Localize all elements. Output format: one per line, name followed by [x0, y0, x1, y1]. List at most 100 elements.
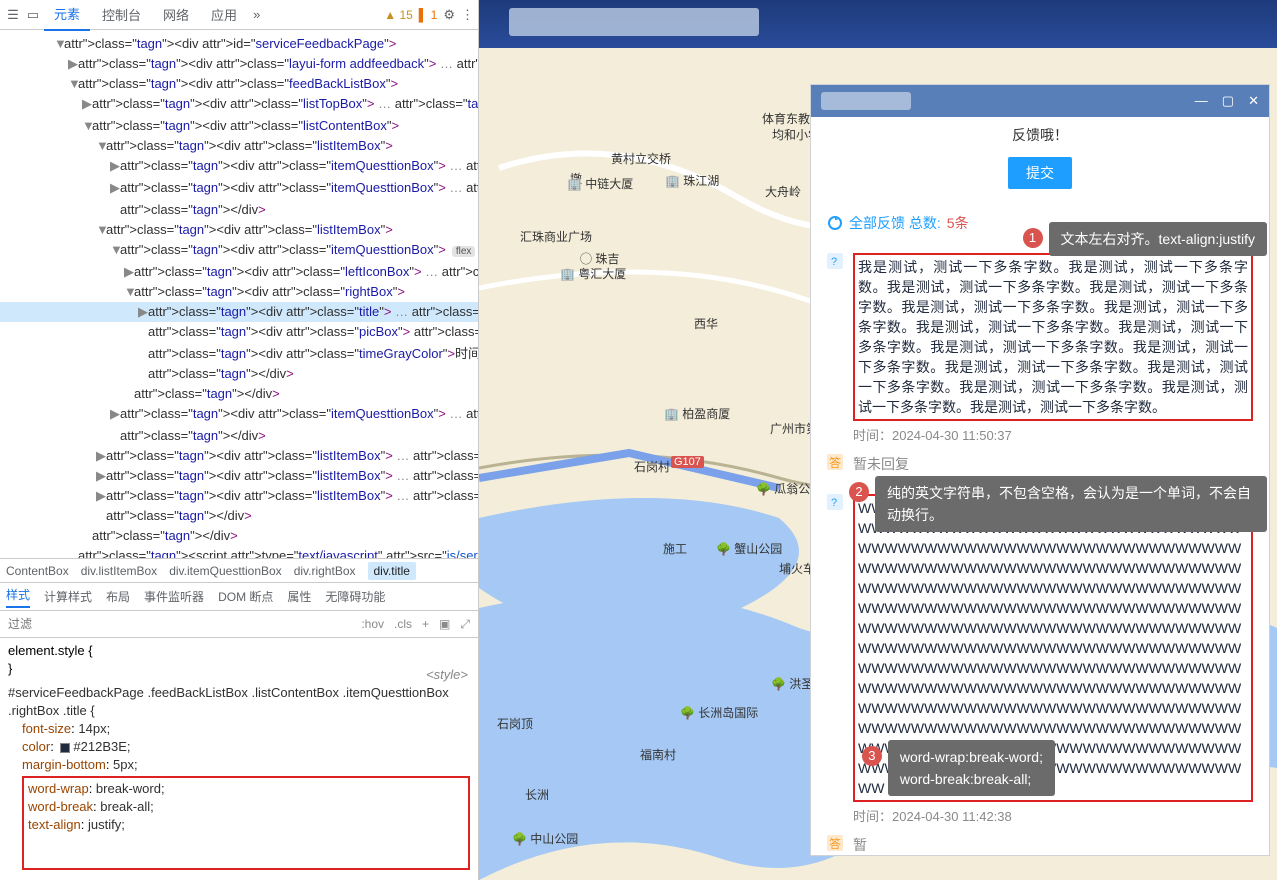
dom-row[interactable]: ▶attr">class="tagn"><div attr">class="it… — [0, 404, 478, 426]
question-icon: ? — [827, 494, 843, 802]
element-style: element.style { — [8, 642, 470, 660]
panel-titlebar[interactable]: — ▢ ✕ — [811, 85, 1269, 117]
redaction — [509, 8, 759, 36]
map-label: 🏢 中链大厦 — [567, 175, 633, 192]
feedback-title: 我是测试，测试一下多条字数。我是测试，测试一下多条字数。我是测试，测试一下多条字… — [853, 253, 1253, 421]
dom-row[interactable]: attr">class="tagn"></div> — [0, 384, 478, 404]
expand-icon[interactable]: ⤢ — [460, 617, 470, 632]
style-tab-bar: 样式 计算样式 布局 事件监听器 DOM 断点 属性 无障碍功能 — [0, 582, 478, 610]
breadcrumb[interactable]: ContentBox div.listItemBox div.itemQuest… — [0, 558, 478, 582]
color-swatch[interactable] — [60, 743, 70, 753]
tab-props[interactable]: 属性 — [287, 588, 311, 605]
issue-icon[interactable]: ▌ 1 — [419, 8, 438, 22]
box-icon[interactable]: ▣ — [439, 617, 450, 631]
dom-row[interactable]: ▶attr">class="tagn"><div attr">class="it… — [0, 156, 478, 178]
annotation-1: 1文本左右对齐。text-align:justify — [1049, 222, 1267, 256]
dom-row[interactable]: ▼attr">class="tagn"><div attr">class="li… — [0, 220, 478, 240]
crumb-current[interactable]: div.title — [368, 562, 416, 580]
dom-row[interactable]: ▶attr">class="tagn"><div attr">class="ti… — [0, 302, 478, 322]
app-window: 体育东教育集团均和小学黄村立交桥墩🏢 中链大厦🏢 珠江湖大舟岭汇珠商业广场◯ 珠… — [479, 0, 1277, 880]
dom-row[interactable]: attr">class="tagn"></div> — [0, 506, 478, 526]
gear-icon[interactable]: ⚙ — [443, 7, 455, 23]
style-rules[interactable]: element.style { } <style> #serviceFeedba… — [0, 638, 478, 880]
feedback-answer: 暂未回复 — [853, 454, 909, 474]
tab-a11y[interactable]: 无障碍功能 — [325, 588, 385, 605]
map-label: 大舟岭 — [765, 183, 801, 200]
crumb[interactable]: div.listItemBox — [81, 564, 157, 578]
device-icon[interactable]: ▭ — [24, 7, 42, 23]
highlighted-rules: word-wrap: break-word; word-break: break… — [22, 776, 470, 870]
dom-row[interactable]: attr">class="tagn"></div> — [0, 364, 478, 384]
dom-tree[interactable]: ▼attr">class="tagn"><div attr">id="servi… — [0, 30, 478, 558]
map-label: 🌳 长洲岛国际 — [680, 704, 758, 721]
annotation-3: 3word-wrap:break-word;word-break:break-a… — [888, 740, 1055, 796]
dom-row[interactable]: ▼attr">class="tagn"><div attr">id="servi… — [0, 34, 478, 54]
submit-button[interactable]: 提交 — [1008, 157, 1072, 189]
style-filter[interactable] — [8, 617, 163, 631]
tab-layout[interactable]: 布局 — [106, 588, 130, 605]
feedback-item: ? 我是测试，测试一下多条字数。我是测试，测试一下多条字数。我是测试，测试一下多… — [811, 243, 1269, 484]
dom-row[interactable]: ▶attr">class="tagn"><div attr">class="li… — [0, 466, 478, 486]
dom-row[interactable]: ▶attr">class="tagn"><div attr">class="li… — [0, 486, 478, 506]
map-label: 汇珠商业广场 — [520, 228, 592, 245]
dom-row[interactable]: ▶attr">class="tagn"><div attr">class="li… — [0, 94, 478, 116]
map-label: 🏢 粤汇大厦 — [560, 265, 626, 282]
dom-row[interactable]: ▼attr">class="tagn"><div attr">class="fe… — [0, 74, 478, 94]
style-source[interactable]: <style> — [426, 666, 468, 684]
crumb[interactable]: div.itemQuesttionBox — [169, 564, 282, 578]
map-label: 施工 — [663, 540, 687, 557]
redaction — [821, 92, 911, 110]
menu-icon[interactable]: ⋮ — [461, 7, 474, 23]
feedback-time: 时间：2024-04-30 11:50:37 — [827, 421, 1253, 444]
dom-row[interactable]: attr">class="tagn"><div attr">class="tim… — [0, 344, 478, 364]
annotation-2: 2纯的英文字符串，不包含空格，会认为是一个单词，不会自动换行。 — [875, 476, 1267, 532]
crumb[interactable]: div.rightBox — [294, 564, 356, 578]
tab-events[interactable]: 事件监听器 — [144, 588, 204, 605]
close-icon[interactable]: ✕ — [1248, 93, 1259, 109]
map-label: 长洲 — [525, 786, 549, 803]
tab-computed[interactable]: 计算样式 — [44, 588, 92, 605]
map-label: 黄村立交桥 — [611, 150, 671, 167]
dom-row[interactable]: attr">class="tagn"><script attr">type="t… — [0, 546, 478, 558]
feedback-answer: 暂 — [853, 835, 867, 855]
tab-styles[interactable]: 样式 — [6, 586, 30, 608]
css-selector: #serviceFeedbackPage .feedBackListBox .l… — [8, 684, 470, 720]
map-label: 石岗村 — [634, 458, 670, 475]
tab-console[interactable]: 控制台 — [92, 0, 151, 30]
add-rule-button[interactable]: + — [422, 617, 429, 631]
answer-icon: 答 — [827, 835, 843, 851]
dom-row[interactable]: ▶attr">class="tagn"><div attr">class="la… — [0, 54, 478, 74]
dom-row[interactable]: attr">class="tagn"></div> — [0, 526, 478, 546]
dom-row[interactable]: ▼attr">class="tagn"><div attr">class="li… — [0, 136, 478, 156]
tabs-overflow[interactable]: » — [253, 7, 260, 22]
dom-row[interactable]: attr">class="tagn"></div> — [0, 426, 478, 446]
dom-row[interactable]: attr">class="tagn"></div> — [0, 200, 478, 220]
refresh-icon[interactable] — [827, 215, 843, 231]
tab-domb[interactable]: DOM 断点 — [218, 588, 273, 605]
dom-row[interactable]: ▼attr">class="tagn"><div attr">class="it… — [0, 240, 478, 262]
dom-row[interactable]: ▶attr">class="tagn"><div attr">class="li… — [0, 446, 478, 466]
cls-toggle[interactable]: .cls — [394, 617, 412, 631]
style-toolbar: :hov .cls + ▣ ⤢ — [0, 610, 478, 638]
answer-icon: 答 — [827, 454, 843, 470]
map-label: 🌳 蟹山公园 — [716, 540, 782, 557]
svg-text:?: ? — [831, 256, 837, 268]
map-label: 福南村 — [640, 746, 676, 763]
dom-row[interactable]: ▼attr">class="tagn"><div attr">class="ri… — [0, 282, 478, 302]
devtools-tab-bar: ☰ ▭ 元素 控制台 网络 应用 » ▲ 15 ▌ 1 ⚙ ⋮ — [0, 0, 478, 30]
devtools-panel: ☰ ▭ 元素 控制台 网络 应用 » ▲ 15 ▌ 1 ⚙ ⋮ ▼attr">c… — [0, 0, 479, 880]
dom-row[interactable]: ▼attr">class="tagn"><div attr">class="li… — [0, 116, 478, 136]
tab-network[interactable]: 网络 — [153, 0, 199, 30]
warn-icon[interactable]: ▲ 15 — [384, 8, 413, 22]
maximize-icon[interactable]: ▢ — [1222, 93, 1234, 109]
minimize-icon[interactable]: — — [1195, 93, 1208, 109]
map-label: 🏢 柏盈商厦 — [664, 405, 730, 422]
hov-toggle[interactable]: :hov — [361, 617, 384, 631]
dom-row[interactable]: ▶attr">class="tagn"><div attr">class="le… — [0, 262, 478, 282]
inspect-icon[interactable]: ☰ — [4, 7, 22, 23]
crumb[interactable]: ContentBox — [6, 564, 69, 578]
dom-row[interactable]: ▶attr">class="tagn"><div attr">class="it… — [0, 178, 478, 200]
dom-row[interactable]: attr">class="tagn"><div attr">class="pic… — [0, 322, 478, 344]
tab-app[interactable]: 应用 — [201, 0, 247, 30]
tab-elements[interactable]: 元素 — [44, 0, 90, 31]
